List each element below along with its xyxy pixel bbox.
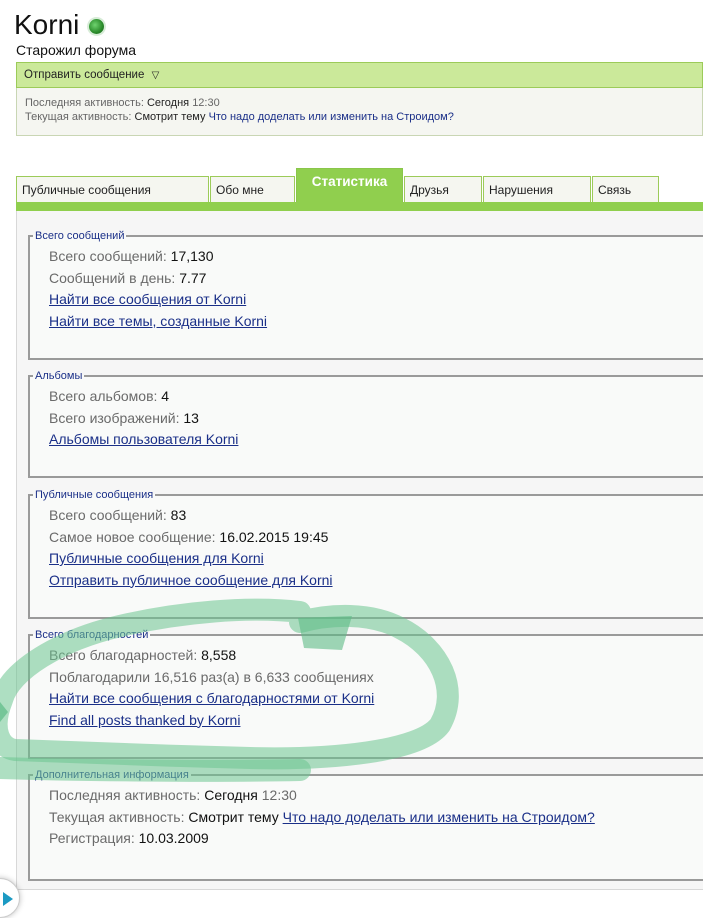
thanks-total-row: Всего благодарностей: 8,558 <box>49 645 703 667</box>
extra-last-activity-row: Последняя активность: Сегодня 12:30 <box>49 785 703 807</box>
find-thanked-posts-link[interactable]: Найти все сообщения с благодарностями от… <box>49 690 374 706</box>
find-all-posts-link[interactable]: Найти все сообщения от Korni <box>49 291 246 307</box>
public-newest-row: Самое новое сообщение: 16.02.2015 19:45 <box>49 527 703 549</box>
section-thanks: Всего благодарностей Всего благодарносте… <box>28 629 703 759</box>
section-thanks-title: Всего благодарностей <box>35 629 149 641</box>
section-posts: Всего сообщений Всего сообщений: 17,130 … <box>28 230 703 360</box>
posts-per-day-label: Сообщений в день: <box>49 269 176 286</box>
extra-last-label: Последняя активность: <box>49 787 201 803</box>
albums-total-value: 4 <box>161 388 170 404</box>
profile-tabs: Публичные сообщения Обо мне Статистика Д… <box>16 168 703 202</box>
public-newest-value: 16.02.2015 19:45 <box>219 528 329 545</box>
extra-current-activity-row: Текущая активность: Смотрит тему Что над… <box>49 807 703 829</box>
public-messages-link[interactable]: Публичные сообщения для Korni <box>49 550 264 566</box>
extra-current-action: Смотрит тему <box>188 808 279 825</box>
last-activity-time: 12:30 <box>192 97 220 109</box>
extra-current-topic-link[interactable]: Что надо доделать или изменить на Строид… <box>283 809 595 825</box>
section-public-messages: Публичные сообщения Всего сообщений: 83 … <box>28 489 703 619</box>
activity-box: Последняя активность: Сегодня 12:30 Теку… <box>16 88 703 136</box>
last-activity-line: Последняя активность: Сегодня 12:30 <box>25 96 702 110</box>
user-albums-link[interactable]: Альбомы пользователя Korni <box>49 431 238 447</box>
registration-value: 10.03.2009 <box>138 830 209 846</box>
thanks-total-label: Всего благодарностей: <box>49 647 198 663</box>
section-posts-title: Всего сообщений <box>35 230 125 242</box>
tab-public-messages[interactable]: Публичные сообщения <box>16 176 209 202</box>
images-total-row: Всего изображений: 13 <box>49 408 703 430</box>
tab-underline-bar <box>16 202 703 211</box>
section-public-title: Публичные сообщения <box>35 489 154 501</box>
public-total-row: Всего сообщений: 83 <box>49 505 703 527</box>
thanked-summary: Поблагодарили 16,516 раз(а) в 6,633 сооб… <box>49 668 374 685</box>
registration-label: Регистрация: <box>49 830 135 846</box>
tab-about-me[interactable]: Обо мне <box>210 176 295 202</box>
extra-current-label: Текущая активность: <box>49 808 185 825</box>
tab-friends[interactable]: Друзья <box>404 176 482 202</box>
last-activity-label: Последняя активность: <box>25 97 144 109</box>
albums-total-row: Всего альбомов: 4 <box>49 386 703 408</box>
section-albums-title: Альбомы <box>35 370 83 382</box>
section-extra-info: Дополнительная информация Последняя акти… <box>28 769 703 881</box>
tab-violations[interactable]: Нарушения <box>483 176 591 202</box>
send-message-label[interactable]: Отправить сообщение <box>24 69 144 81</box>
statistics-panel: Всего сообщений Всего сообщений: 17,130 … <box>16 211 703 890</box>
registration-row: Регистрация: 10.03.2009 <box>49 828 703 850</box>
triangle-down-icon[interactable]: ▽ <box>152 64 160 88</box>
tab-contact[interactable]: Связь <box>592 176 659 202</box>
send-message-bar[interactable]: Отправить сообщение ▽ <box>16 62 703 88</box>
posts-per-day-row: Сообщений в день: 7.77 <box>49 268 703 290</box>
send-public-message-link[interactable]: Отправить публичное сообщение для Korni <box>49 572 333 588</box>
public-newest-label: Самое новое сообщение: <box>49 528 216 545</box>
albums-total-label: Всего альбомов: <box>49 388 158 404</box>
online-status-icon <box>89 19 104 34</box>
extra-last-time: 12:30 <box>261 787 297 803</box>
section-extra-title: Дополнительная информация <box>35 769 189 781</box>
images-total-value: 13 <box>183 409 199 426</box>
arrow-right-icon[interactable] <box>3 892 13 906</box>
current-activity-label: Текущая активность: <box>25 111 132 123</box>
profile-rank: Старожил форума <box>16 42 136 58</box>
thanks-total-value: 8,558 <box>201 647 237 663</box>
public-total-value: 83 <box>170 507 187 523</box>
current-activity-line: Текущая активность: Смотрит тему Что над… <box>25 110 702 124</box>
profile-name: Korni <box>14 9 80 40</box>
posts-per-day-value: 7.77 <box>179 269 207 286</box>
current-topic-link[interactable]: Что надо доделать или изменить на Строид… <box>209 111 454 123</box>
current-activity-action: Смотрит тему <box>134 111 206 123</box>
public-total-label: Всего сообщений: <box>49 507 167 523</box>
find-all-threads-link[interactable]: Найти все темы, созданные Korni <box>49 313 267 329</box>
images-total-label: Всего изображений: <box>49 409 180 426</box>
section-albums: Альбомы Всего альбомов: 4 Всего изображе… <box>28 370 703 478</box>
posts-total-row: Всего сообщений: 17,130 <box>49 246 703 268</box>
last-activity-day: Сегодня <box>146 97 190 109</box>
find-thanked-posts-en-link[interactable]: Find all posts thanked by Korni <box>49 712 240 728</box>
posts-total-value: 17,130 <box>170 248 214 264</box>
tab-statistics[interactable]: Статистика <box>296 168 403 202</box>
extra-last-day: Сегодня <box>204 787 258 803</box>
posts-total-label: Всего сообщений: <box>49 248 167 264</box>
